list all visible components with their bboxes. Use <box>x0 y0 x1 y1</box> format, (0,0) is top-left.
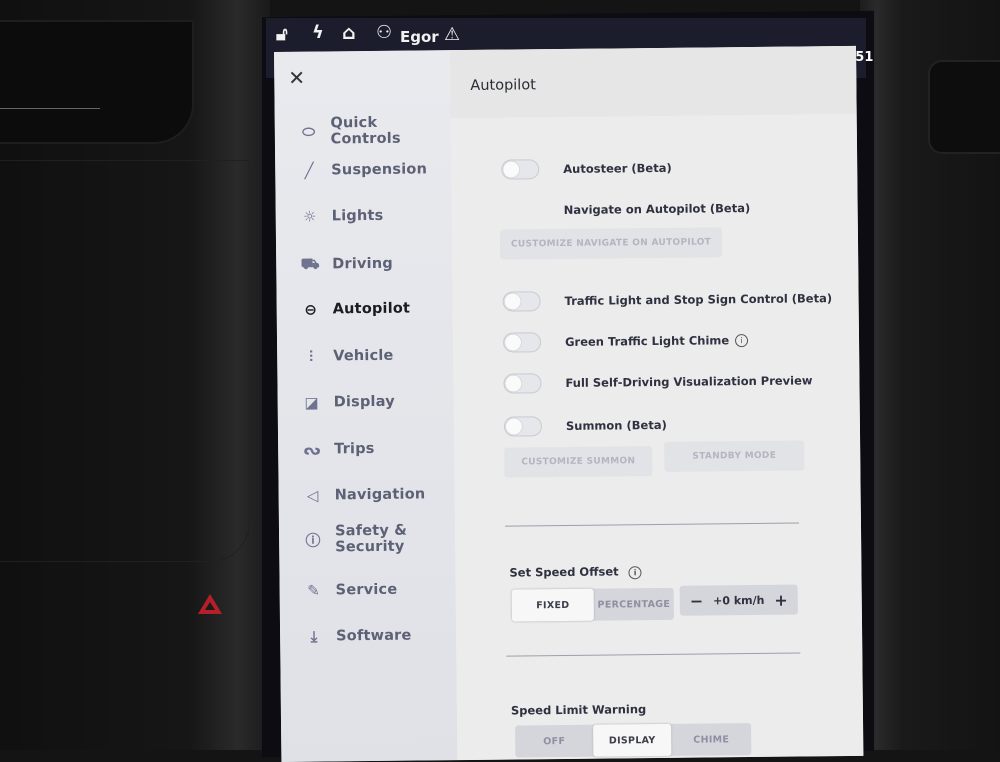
home-icon[interactable]: ⌂ <box>342 22 356 44</box>
close-icon[interactable]: ✕ <box>288 66 305 90</box>
speed-offset-percentage-option[interactable]: PERCENTAGE <box>594 588 674 621</box>
air-vent-left <box>0 20 194 144</box>
toggle-icon: ⬭ <box>302 122 316 141</box>
sidebar-item-navigation[interactable]: ◁ Navigation <box>303 485 426 504</box>
setting-fsd-visualization: Full Self-Driving Visualization Preview <box>503 370 813 394</box>
sidebar-item-label: Lights <box>331 207 384 225</box>
section-divider <box>506 652 801 657</box>
info-icon[interactable]: i <box>735 333 749 347</box>
setting-label: Full Self-Driving Visualization Preview <box>565 373 813 390</box>
bulb-icon: ☼ <box>302 207 317 226</box>
setting-label: Autosteer (Beta) <box>563 160 672 176</box>
alert-circle-icon: ⓘ <box>305 531 321 550</box>
car-dashboard-right <box>860 0 1000 750</box>
setting-label: Summon (Beta) <box>565 417 667 433</box>
traffic-light-control-toggle[interactable] <box>502 291 541 312</box>
section-divider <box>504 522 799 527</box>
info-icon[interactable]: i <box>628 566 642 580</box>
sidebar-item-label: Trips <box>334 440 375 458</box>
sidebar-item-label: Service <box>335 581 398 599</box>
sidebar-item-label: Navigation <box>334 486 426 504</box>
hazard-button-icon[interactable] <box>198 594 222 614</box>
settings-panel: ✕ ⬭ Quick Controls ╱ Suspension ☼ Lights… <box>274 45 864 762</box>
user-icon[interactable]: ⚇ <box>376 22 392 43</box>
sidebar-item-display[interactable]: ◪ Display <box>302 393 395 412</box>
trips-icon: ᔓ <box>303 440 321 459</box>
settings-sidebar: ✕ ⬭ Quick Controls ╱ Suspension ☼ Lights… <box>274 50 458 762</box>
fsd-visualization-toggle[interactable] <box>503 373 542 394</box>
sidebar-item-label: Vehicle <box>333 347 394 365</box>
sidebar-item-software[interactable]: ⤓ Software <box>304 627 412 646</box>
sidebar-item-label: Software <box>336 627 412 645</box>
sidebar-item-label-line1: Safety & <box>334 522 408 540</box>
summon-toggle[interactable] <box>503 416 543 437</box>
sidebar-item-quick-controls[interactable]: ⬭ Quick Controls <box>299 114 451 148</box>
setting-label: Traffic Light and Stop Sign Control (Bet… <box>564 291 833 308</box>
display-icon: ◪ <box>304 393 319 412</box>
speed-limit-warning-display-option[interactable]: DISPLAY <box>593 723 672 757</box>
content-header: Autopilot <box>449 45 857 119</box>
customize-summon-button[interactable]: CUSTOMIZE SUMMON <box>504 446 653 478</box>
increase-offset-button[interactable]: + <box>774 590 788 609</box>
autosteer-toggle[interactable] <box>501 159 540 180</box>
decrease-offset-button[interactable]: − <box>690 591 704 610</box>
sidebar-item-label: Suspension <box>331 161 428 179</box>
speed-offset-stepper: − +0 km/h + <box>679 584 798 616</box>
wrench-icon: ✎ <box>307 581 321 600</box>
standby-mode-button[interactable]: STANDBY MODE <box>664 440 805 472</box>
customize-navigate-on-autopilot-button[interactable]: CUSTOMIZE NAVIGATE ON AUTOPILOT <box>499 227 723 260</box>
car-dashboard-left <box>0 0 270 750</box>
setting-traffic-light-control: Traffic Light and Stop Sign Control (Bet… <box>502 288 833 312</box>
sidebar-item-label: Display <box>333 393 395 411</box>
speed-limit-warning-chime-option[interactable]: CHIME <box>671 723 751 756</box>
dash-panel <box>0 160 250 562</box>
setting-summon: Summon (Beta) <box>503 415 667 437</box>
sidebar-item-service[interactable]: ✎ Service <box>304 581 398 600</box>
sidebar-item-lights[interactable]: ☼ Lights <box>300 207 384 226</box>
sidebar-item-label: Autopilot <box>332 300 411 318</box>
car-icon: ⛟ <box>300 254 320 273</box>
sidebar-item-label: Driving <box>332 255 393 273</box>
sidebar-item-autopilot[interactable]: ⊖ Autopilot <box>301 300 411 319</box>
sidebar-item-suspension[interactable]: ╱ Suspension <box>299 160 428 180</box>
sidebar-item-vehicle[interactable]: ⫶ Vehicle <box>301 347 394 366</box>
speed-offset-label-text: Set Speed Offset <box>509 564 619 580</box>
sidebar-item-label: Safety & Security <box>335 523 407 556</box>
setting-green-light-chime: Green Traffic Light Chime i <box>502 330 749 353</box>
setting-label: Green Traffic Light Chime <box>564 333 730 349</box>
setting-label: Navigate on Autopilot (Beta) <box>563 201 751 217</box>
sidebar-item-trips[interactable]: ᔓ Trips <box>302 440 375 459</box>
steering-wheel-icon: ⊖ <box>304 300 318 319</box>
speed-offset-label: Set Speed Offset i <box>509 564 642 580</box>
sidebar-item-label: Quick Controls <box>330 114 401 148</box>
green-light-chime-toggle[interactable] <box>502 332 542 353</box>
warning-triangle-icon[interactable]: ⚠ <box>444 24 460 45</box>
air-vent-right <box>928 60 1000 154</box>
lock-open-icon[interactable]: 🔓︎ <box>276 24 288 45</box>
speed-offset-mode-selector: FIXED PERCENTAGE <box>511 587 674 622</box>
setting-autosteer: Autosteer (Beta) <box>501 158 672 180</box>
page-title: Autopilot <box>470 77 536 94</box>
speed-limit-warning-off-option[interactable]: OFF <box>515 725 593 758</box>
speed-limit-warning-selector: OFF DISPLAY CHIME <box>515 723 752 758</box>
sidebar-item-safety-security[interactable]: ⓘ Safety & Security <box>303 523 407 556</box>
speed-offset-value: +0 km/h <box>713 593 765 607</box>
speed-offset-fixed-option[interactable]: FIXED <box>511 588 594 622</box>
lightning-bolt-icon[interactable]: ϟ <box>312 22 324 43</box>
settings-content: Autopilot Autosteer (Beta) Navigate on A… <box>449 45 864 761</box>
sidebar-item-driving[interactable]: ⛟ Driving <box>300 254 393 275</box>
sliders-icon: ⫶ <box>309 347 314 366</box>
shock-absorber-icon: ╱ <box>304 161 314 180</box>
driver-profile-name[interactable]: Egor <box>400 28 439 46</box>
sidebar-item-label-line2: Security <box>335 538 405 556</box>
speed-limit-warning-label: Speed Limit Warning <box>510 702 647 718</box>
navigation-arrow-icon: ◁ <box>306 486 319 505</box>
setting-navigate-on-autopilot: Navigate on Autopilot (Beta) <box>502 198 751 221</box>
download-icon: ⤓ <box>310 627 318 646</box>
